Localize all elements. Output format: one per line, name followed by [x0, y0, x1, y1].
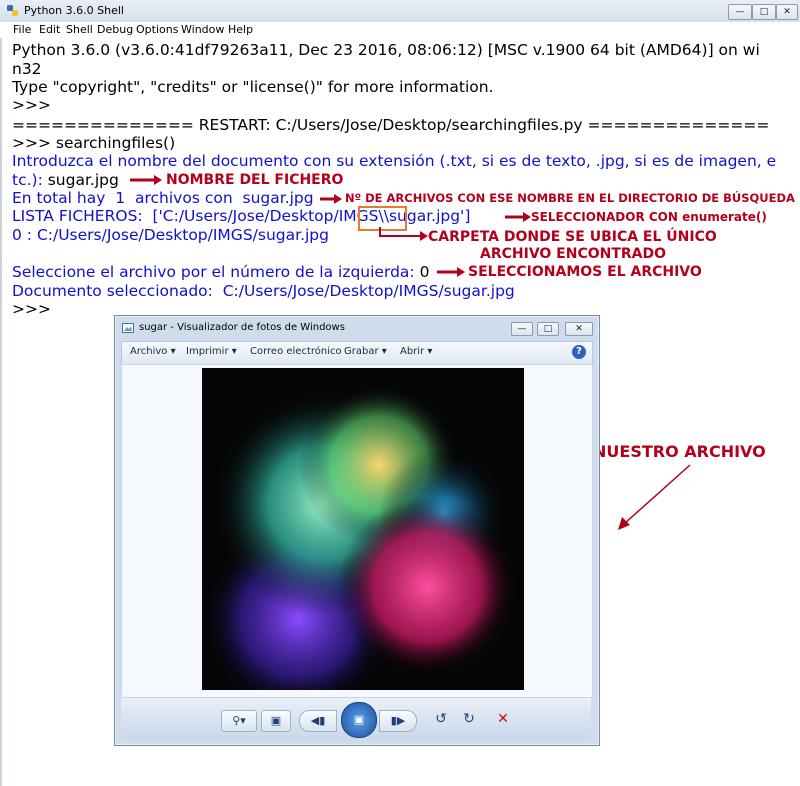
annot-carpeta-line2: ARCHIVO ENCONTRADO: [480, 246, 667, 262]
ask-prefix: tc.):: [12, 171, 48, 189]
annot-num-archivos: Nº DE ARCHIVOS CON ESE NOMBRE EN EL DIRE…: [345, 191, 795, 205]
viewer-menu-correo[interactable]: Correo electrónico: [250, 346, 342, 357]
imprimir-label: Imprimir: [186, 346, 229, 357]
menu-options[interactable]: Options: [136, 23, 178, 36]
arrow-icon: [320, 194, 342, 204]
annot-nuestro-archivo: NUESTRO ARCHIVO: [593, 442, 766, 461]
selected-line: Documento seleccionado: C:/Users/Jose/De…: [12, 282, 515, 300]
viewer-maximize-button[interactable]: □: [537, 322, 559, 336]
shell-prompt: >>>: [12, 96, 51, 114]
minimize-button[interactable]: —: [728, 4, 752, 20]
arrow-icon: [130, 175, 162, 185]
annot-nombre: NOMBRE DEL FICHERO: [166, 172, 344, 188]
lista-prefix: LISTA FICHEROS: ['C:/Users/Jose/Desktop/: [12, 207, 339, 225]
title-bar: Python 3.6.0 Shell — □ ✕: [0, 0, 800, 23]
delete-icon[interactable]: ✕: [489, 710, 517, 730]
viewer-menu-grabar[interactable]: Grabar ▾: [344, 346, 387, 357]
next-icon[interactable]: ▮▶: [379, 710, 417, 732]
restart-line: ============== RESTART: C:/Users/Jose/De…: [12, 116, 770, 134]
menu-bar: File Edit Shell Debug Options Window Hel…: [0, 22, 800, 38]
maximize-button[interactable]: □: [752, 4, 776, 20]
help-icon[interactable]: ?: [572, 345, 586, 359]
prompt-ask-line1: Introduzca el nombre del documento con s…: [12, 152, 777, 170]
abrir-label: Abrir: [400, 346, 425, 357]
menu-window[interactable]: Window: [181, 23, 224, 36]
item-line: 0 : C:/Users/Jose/Desktop/IMGS/sugar.jpg: [12, 226, 329, 244]
correo-label: Correo electrónico: [250, 346, 342, 357]
user-input-filename: sugar.jpg: [47, 171, 119, 189]
shell-banner-line3: Type "copyright", "credits" or "license(…: [12, 78, 494, 96]
select-line: Seleccione el archivo por el número de l…: [12, 263, 429, 281]
viewer-menu-abrir[interactable]: Abrir ▾: [400, 346, 432, 357]
menu-edit[interactable]: Edit: [39, 23, 60, 36]
slideshow-icon[interactable]: ▣: [341, 702, 377, 738]
window-title: Python 3.6.0 Shell: [24, 4, 124, 17]
photo-image: [202, 368, 524, 690]
select-prefix: Seleccione el archivo por el número de l…: [12, 263, 420, 281]
annot-seleccionador: SELECCIONADOR CON enumerate(): [531, 210, 767, 224]
viewer-menu-archivo[interactable]: Archivo ▾: [130, 346, 176, 357]
arrow-icon: [618, 464, 691, 530]
annot-carpeta-line1: CARPETA DONDE SE UBICA EL ÚNICO: [428, 229, 717, 245]
fit-window-icon[interactable]: ▣: [261, 710, 291, 732]
viewer-menu-bar: Archivo ▾ Imprimir ▾ Correo electrónico …: [121, 341, 593, 365]
viewer-title: sugar - Visualizador de fotos de Windows: [139, 322, 345, 333]
menu-shell[interactable]: Shell: [66, 23, 93, 36]
photo-canvas: [121, 364, 593, 698]
prompt-ask-line2: tc.): sugar.jpg: [12, 171, 119, 189]
archivo-label: Archivo: [130, 346, 168, 357]
grabar-label: Grabar: [344, 346, 379, 357]
viewer-control-bar: ⚲▾ ▣ ◀▮ ▣ ▮▶ ↺ ↻ ✕: [121, 698, 591, 740]
shell-banner-line1: Python 3.6.0 (v3.6.0:41df79263a11, Dec 2…: [12, 41, 760, 59]
call-line: >>> searchingfiles(): [12, 134, 176, 152]
zoom-icon[interactable]: ⚲▾: [221, 710, 257, 732]
annot-seleccionamos: SELECCIONAMOS EL ARCHIVO: [468, 264, 702, 280]
menu-help[interactable]: Help: [228, 23, 253, 36]
rotate-left-icon[interactable]: ↺: [427, 710, 455, 730]
shell-prompt-end: >>>: [12, 300, 51, 318]
user-input-index: 0: [419, 263, 430, 281]
rotate-right-icon[interactable]: ↻: [455, 710, 483, 730]
python-icon: [7, 5, 18, 16]
menu-file[interactable]: File: [13, 23, 31, 36]
arrow-icon: [505, 212, 531, 222]
arrow-icon: [379, 227, 428, 241]
photo-viewer-icon: [122, 323, 134, 333]
viewer-close-button[interactable]: ✕: [565, 322, 593, 336]
photo-viewer-window: sugar - Visualizador de fotos de Windows…: [114, 315, 600, 746]
arrow-icon: [437, 267, 465, 277]
total-line: En total hay 1 archivos con sugar.jpg: [12, 189, 314, 207]
viewer-minimize-button[interactable]: —: [511, 322, 533, 336]
menu-debug[interactable]: Debug: [97, 23, 133, 36]
shell-banner-line2: n32: [12, 60, 42, 78]
previous-icon[interactable]: ◀▮: [299, 710, 337, 732]
close-button[interactable]: ✕: [776, 4, 798, 20]
viewer-menu-imprimir[interactable]: Imprimir ▾: [186, 346, 237, 357]
